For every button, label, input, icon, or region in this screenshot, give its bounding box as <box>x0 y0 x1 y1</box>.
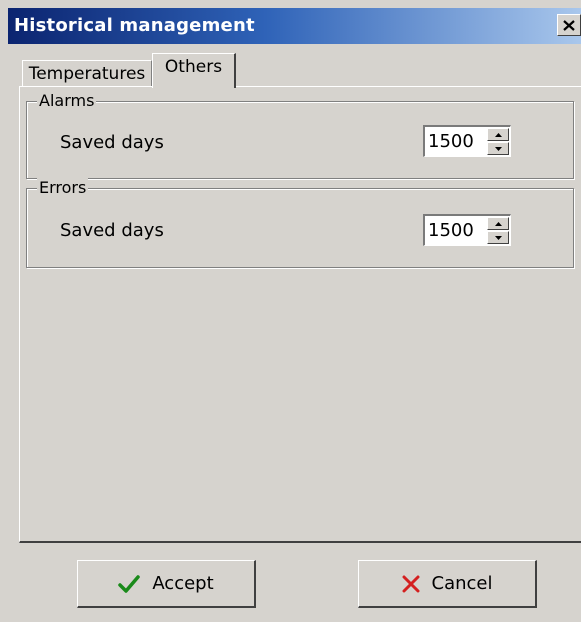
errors-saved-days-spinner[interactable]: 1500 <box>423 214 511 246</box>
errors-group-title: Errors <box>37 178 89 197</box>
errors-spin-buttons <box>487 217 509 244</box>
arrow-up-icon <box>494 132 502 137</box>
tab-temperatures-label: Temperatures <box>28 63 146 84</box>
alarms-spin-buttons <box>487 128 509 155</box>
errors-spin-up-button[interactable] <box>487 217 509 230</box>
accept-button-label: Accept <box>152 573 214 594</box>
alarms-saved-days-value[interactable]: 1500 <box>428 131 474 152</box>
alarms-group: Alarms Saved days 1500 <box>26 91 574 179</box>
checkmark-icon <box>118 574 141 594</box>
tab-others-label: Others <box>164 57 223 77</box>
historical-management-dialog: Historical management Temperatures Other… <box>0 0 581 622</box>
arrow-up-icon <box>494 221 502 226</box>
alarms-spin-up-button[interactable] <box>487 128 509 141</box>
alarms-spin-down-button[interactable] <box>487 142 509 155</box>
alarms-saved-days-spinner[interactable]: 1500 <box>423 125 511 157</box>
errors-saved-days-label: Saved days <box>60 220 164 241</box>
arrow-down-icon <box>494 146 502 151</box>
errors-group: Errors Saved days 1500 <box>26 178 574 268</box>
tab-temperatures[interactable]: Temperatures <box>22 60 152 86</box>
errors-spin-down-button[interactable] <box>487 231 509 244</box>
cancel-button-label: Cancel <box>431 573 493 594</box>
x-icon <box>402 575 420 593</box>
errors-saved-days-value[interactable]: 1500 <box>428 220 474 241</box>
tab-others[interactable]: Others <box>152 53 236 88</box>
accept-button[interactable]: Accept <box>77 560 256 608</box>
alarms-saved-days-label: Saved days <box>60 132 164 153</box>
cancel-button[interactable]: Cancel <box>358 560 537 608</box>
title-bar[interactable]: Historical management <box>8 8 581 44</box>
arrow-down-icon <box>494 235 502 240</box>
close-button[interactable] <box>557 14 581 36</box>
alarms-group-title: Alarms <box>37 91 97 110</box>
close-icon <box>563 19 575 31</box>
window-title: Historical management <box>14 15 255 36</box>
